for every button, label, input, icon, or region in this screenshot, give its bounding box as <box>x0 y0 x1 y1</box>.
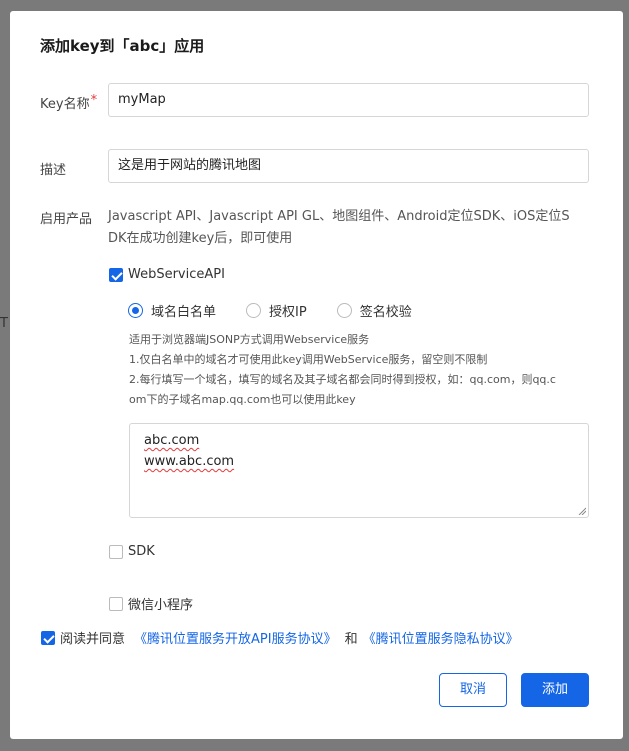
agreement-row: 阅读并同意 《腾讯位置服务开放API服务协议》 和 《腾讯位置服务隐私协议》 <box>41 628 519 647</box>
radio-domain-whitelist[interactable]: 域名白名单 <box>128 301 216 320</box>
sdk-checkbox-row[interactable]: SDK <box>109 544 155 559</box>
radio-dot-selected[interactable] <box>128 303 143 318</box>
add-key-dialog: 添加key到「abc」应用 Key名称* myMap 描述 这是用于网站的腾讯地… <box>10 11 623 739</box>
webservice-api-label: WebServiceAPI <box>128 267 225 282</box>
description-input[interactable]: 这是用于网站的腾讯地图 <box>108 149 589 183</box>
radio-authorized-ip-label: 授权IP <box>269 305 307 320</box>
webservice-api-checkbox[interactable] <box>109 267 123 282</box>
domain-entry: abc.com <box>144 433 200 448</box>
sdk-label: SDK <box>128 544 155 559</box>
products-desc-line2: DK在成功创建key后，即可使用 <box>108 231 293 246</box>
miniprogram-checkbox[interactable] <box>109 596 123 611</box>
add-button[interactable]: 添加 <box>521 673 589 707</box>
sdk-checkbox[interactable] <box>109 544 123 559</box>
agreement-and: 和 <box>344 632 358 647</box>
privacy-agreement-link[interactable]: 《腾讯位置服务隐私协议》 <box>363 628 519 647</box>
whitelist-help-text: 适用于浏览器端JSONP方式调用Webservice服务 1.仅白名单中的域名才… <box>129 330 591 410</box>
help-line: 1.仅白名单中的域名才可使用此key调用WebService服务，留空则不限制 <box>129 353 488 366</box>
radio-signature-check[interactable]: 签名校验 <box>336 301 412 320</box>
radio-dot[interactable] <box>336 303 352 318</box>
miniprogram-label: 微信小程序 <box>128 598 194 613</box>
key-name-label: Key名称* <box>40 93 97 112</box>
resize-handle-icon[interactable] <box>578 507 586 515</box>
key-name-input[interactable]: myMap <box>108 83 589 117</box>
products-desc-line1: Javascript API、Javascript API GL、地图组件、An… <box>108 209 570 224</box>
radio-authorized-ip[interactable]: 授权IP <box>246 301 307 320</box>
key-name-label-text: Key名称 <box>40 97 90 112</box>
domain-entry: www.abc.com <box>144 454 235 469</box>
radio-dot[interactable] <box>246 303 262 318</box>
webservice-api-checkbox-row[interactable]: WebServiceAPI <box>109 267 225 282</box>
description-label: 描述 <box>40 163 67 178</box>
products-description: Javascript API、Javascript API GL、地图组件、An… <box>108 206 594 250</box>
auth-mode-radio-group: 域名白名单 授权IP 签名校验 <box>128 301 442 320</box>
radio-domain-whitelist-label: 域名白名单 <box>151 305 217 320</box>
products-label: 启用产品 <box>40 212 93 227</box>
api-service-agreement-link[interactable]: 《腾讯位置服务开放API服务协议》 <box>134 628 337 647</box>
dialog-title: 添加key到「abc」应用 <box>40 37 205 55</box>
background-text: T <box>0 316 8 331</box>
agreement-prefix: 阅读并同意 <box>60 632 126 647</box>
radio-signature-check-label: 签名校验 <box>359 305 412 320</box>
miniprogram-checkbox-row[interactable]: 微信小程序 <box>109 594 193 613</box>
agreement-checkbox[interactable] <box>41 630 55 645</box>
required-mark: * <box>90 93 98 108</box>
help-line: 2.每行填写一个域名，填写的域名及其子域名都会同时得到授权，如：qq.com，则… <box>129 373 556 386</box>
help-line: om下的子域名map.qq.com也可以使用此key <box>129 393 356 406</box>
help-line: 适用于浏览器端JSONP方式调用Webservice服务 <box>129 333 370 346</box>
domain-whitelist-textarea[interactable]: abc.com www.abc.com <box>129 423 589 518</box>
cancel-button[interactable]: 取消 <box>439 673 507 707</box>
